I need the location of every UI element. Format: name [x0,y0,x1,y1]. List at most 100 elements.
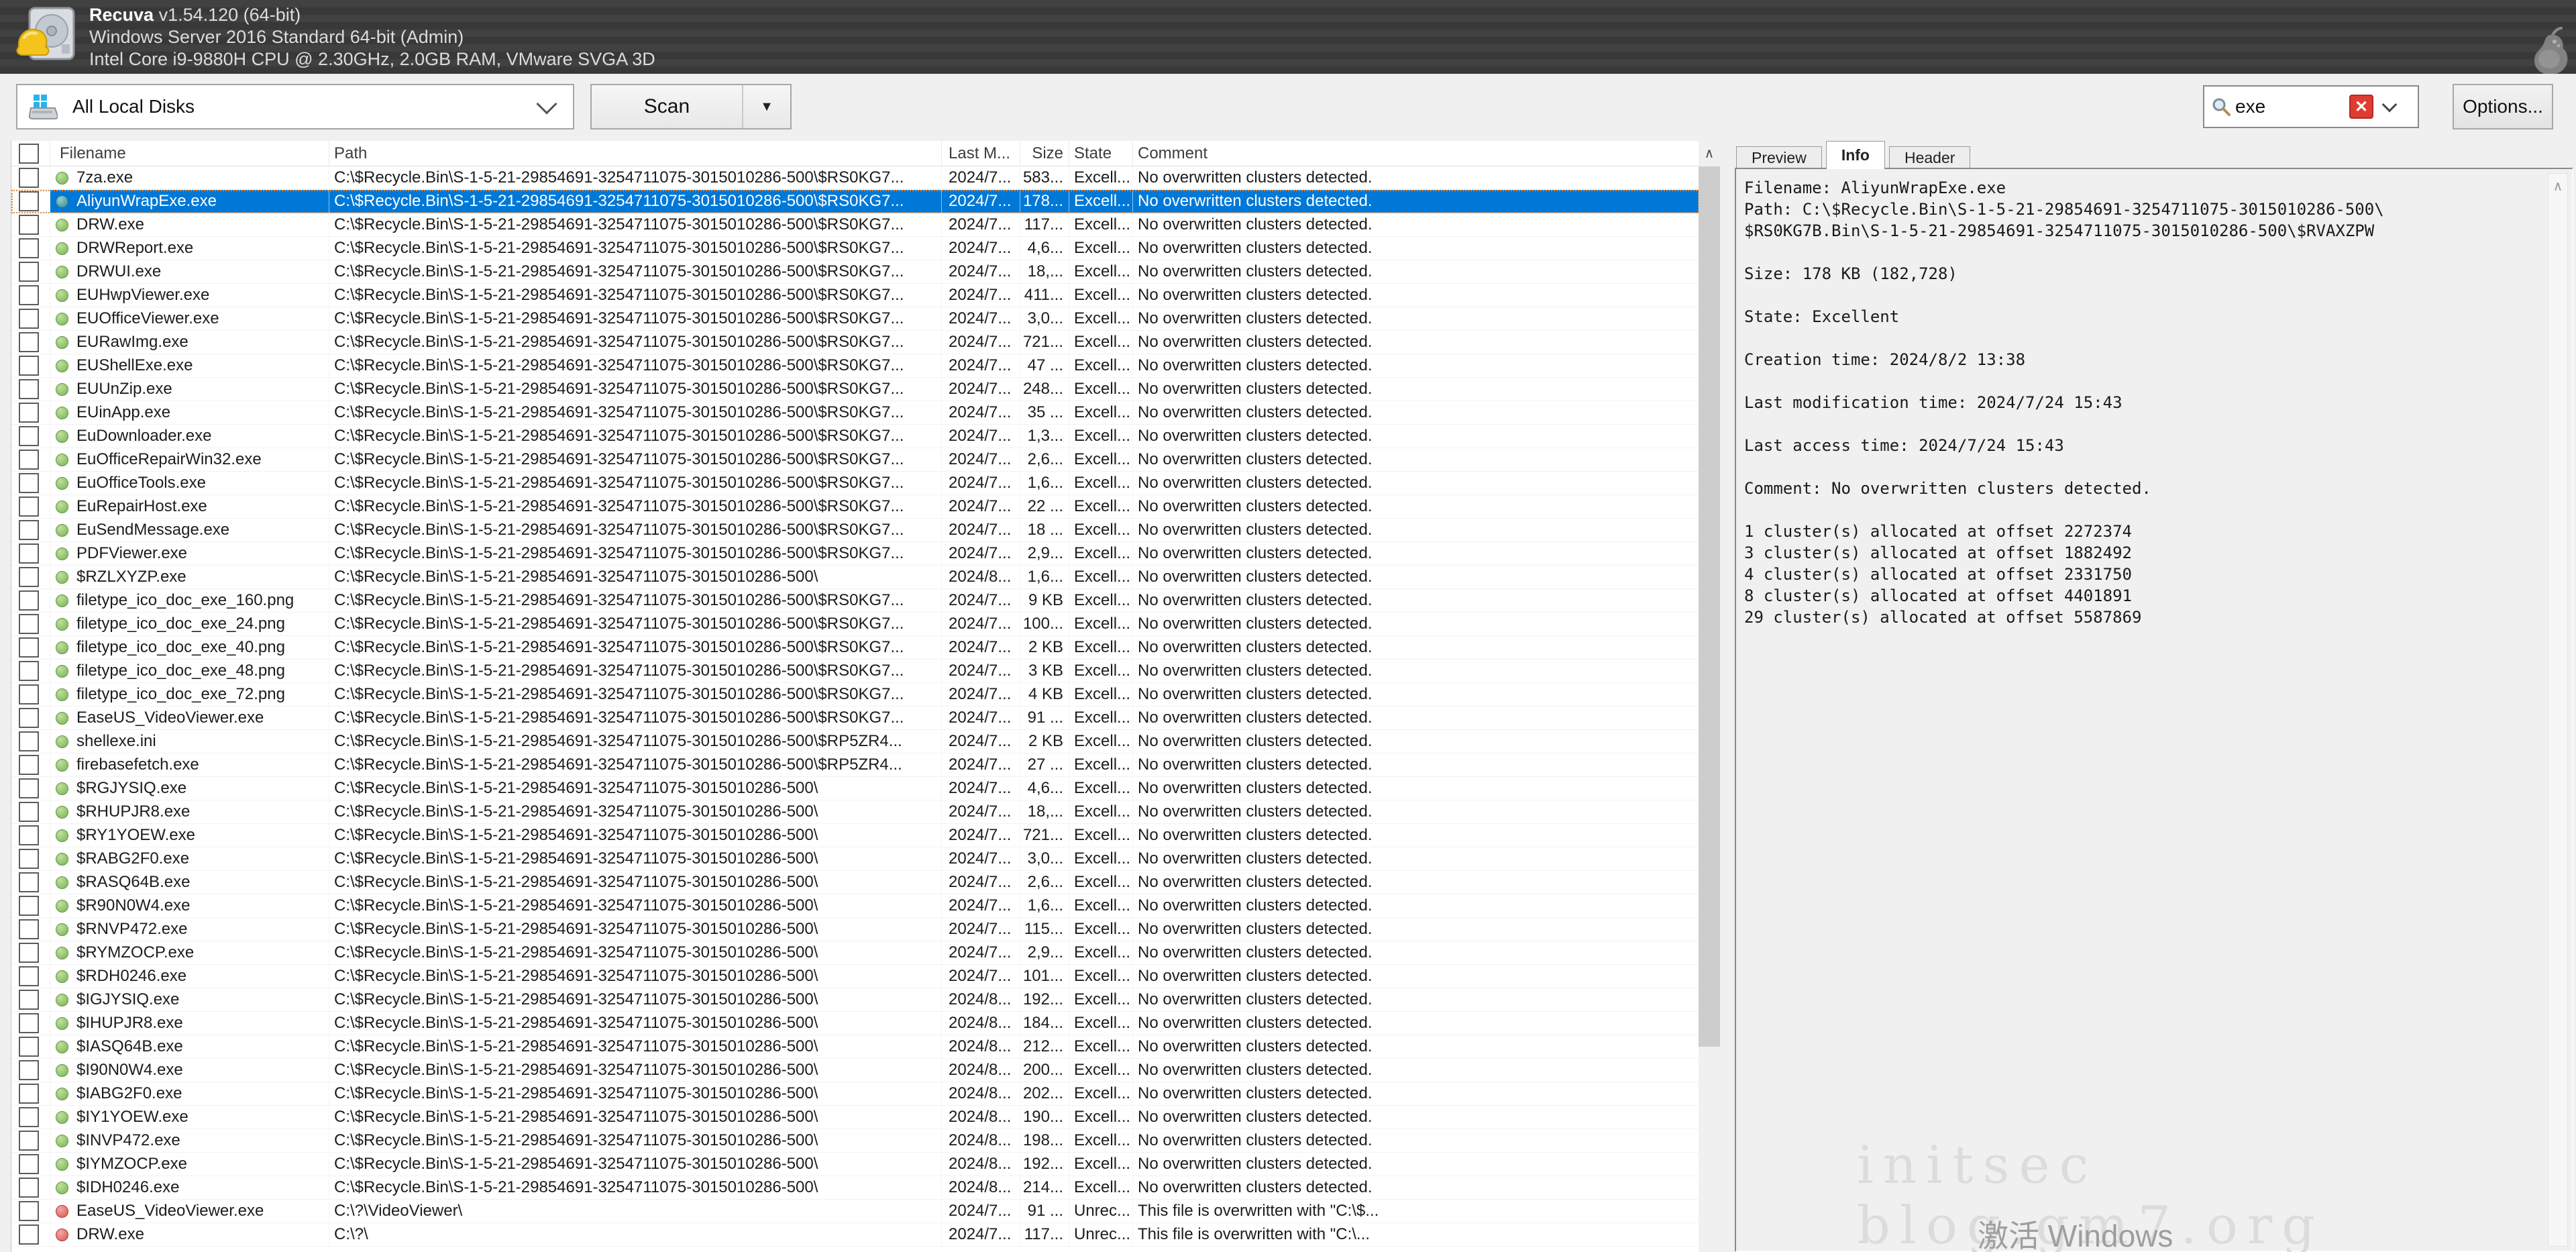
row-checkbox[interactable] [19,379,39,399]
table-row[interactable]: $IGJYSIQ.exe C:\$Recycle.Bin\S-1-5-21-29… [11,988,1699,1012]
scrollbar-thumb[interactable] [1699,166,1720,1047]
table-row[interactable]: EUOfficeViewer.exe C:\$Recycle.Bin\S-1-5… [11,307,1699,331]
search-input[interactable] [2235,96,2349,117]
table-row[interactable]: shellexe.ini C:\$Recycle.Bin\S-1-5-21-29… [11,730,1699,753]
column-header-modified[interactable]: Last M... [942,141,1020,166]
table-row[interactable]: $IABG2F0.exe C:\$Recycle.Bin\S-1-5-21-29… [11,1082,1699,1106]
row-checkbox[interactable] [19,684,39,705]
row-checkbox[interactable] [19,755,39,775]
row-checkbox[interactable] [19,1013,39,1033]
row-checkbox[interactable] [19,1107,39,1127]
row-checkbox[interactable] [19,1060,39,1080]
row-checkbox[interactable] [19,309,39,329]
scan-dropdown-arrow[interactable]: ▼ [742,85,790,128]
column-header-comment[interactable]: Comment [1133,141,1699,166]
row-checkbox[interactable] [19,590,39,611]
table-row[interactable]: EuSendMessage.exe C:\$Recycle.Bin\S-1-5-… [11,519,1699,542]
table-row[interactable]: $IDH0246.exe C:\$Recycle.Bin\S-1-5-21-29… [11,1176,1699,1200]
scan-button[interactable]: Scan [592,85,742,128]
row-checkbox[interactable] [19,191,39,211]
table-row[interactable]: DRWUI.exe C:\$Recycle.Bin\S-1-5-21-29854… [11,260,1699,284]
table-row[interactable]: EuRepairHost.exe C:\$Recycle.Bin\S-1-5-2… [11,495,1699,519]
table-row[interactable]: $RDH0246.exe C:\$Recycle.Bin\S-1-5-21-29… [11,965,1699,988]
table-row[interactable]: DRW.exe C:\?\ 2024/7... 117... Unrec... … [11,1223,1699,1247]
row-checkbox[interactable] [19,896,39,916]
table-row[interactable]: EaseUS_VideoViewer.exe C:\?\VideoViewer\… [11,1200,1699,1223]
tab-preview[interactable]: Preview [1736,146,1822,169]
scroll-up-icon[interactable]: ∧ [1699,141,1720,165]
row-checkbox[interactable] [19,473,39,493]
table-row[interactable]: filetype_ico_doc_exe_72.png C:\$Recycle.… [11,683,1699,707]
row-checkbox[interactable] [19,543,39,564]
row-checkbox[interactable] [19,238,39,258]
list-scrollbar[interactable]: ∧ [1699,141,1720,1252]
table-row[interactable]: DRW.exe C:\$Recycle.Bin\S-1-5-21-2985469… [11,213,1699,237]
table-row[interactable]: EuOfficeTools.exe C:\$Recycle.Bin\S-1-5-… [11,472,1699,495]
table-row[interactable]: firebasefetch.exe C:\$Recycle.Bin\S-1-5-… [11,753,1699,777]
table-row[interactable]: $RY1YOEW.exe C:\$Recycle.Bin\S-1-5-21-29… [11,824,1699,847]
table-row[interactable]: PDFViewer.exe C:\$Recycle.Bin\S-1-5-21-2… [11,542,1699,566]
table-row[interactable]: $INVP472.exe C:\$Recycle.Bin\S-1-5-21-29… [11,1129,1699,1153]
options-button[interactable]: Options... [2453,84,2553,129]
column-header-state[interactable]: State [1069,141,1133,166]
row-checkbox[interactable] [19,567,39,587]
table-row[interactable]: $IHUPJR8.exe C:\$Recycle.Bin\S-1-5-21-29… [11,1012,1699,1035]
row-checkbox[interactable] [19,262,39,282]
table-row[interactable]: filetype_ico_doc_exe_160.png C:\$Recycle… [11,589,1699,613]
table-row[interactable]: EuDownloader.exe C:\$Recycle.Bin\S-1-5-2… [11,425,1699,448]
row-checkbox[interactable] [19,614,39,634]
row-checkbox[interactable] [19,1178,39,1198]
info-scroll-up-icon[interactable]: ∧ [2548,174,2567,198]
table-row[interactable]: EUHwpViewer.exe C:\$Recycle.Bin\S-1-5-21… [11,284,1699,307]
row-checkbox[interactable] [19,332,39,352]
table-row[interactable]: $RGJYSIQ.exe C:\$Recycle.Bin\S-1-5-21-29… [11,777,1699,800]
table-row[interactable]: $RASQ64B.exe C:\$Recycle.Bin\S-1-5-21-29… [11,871,1699,894]
row-checkbox[interactable] [19,849,39,869]
row-checkbox[interactable] [19,1154,39,1174]
header-select-all[interactable] [11,141,50,166]
row-checkbox[interactable] [19,426,39,446]
table-row[interactable]: filetype_ico_doc_exe_40.png C:\$Recycle.… [11,636,1699,660]
row-checkbox[interactable] [19,1037,39,1057]
table-row[interactable]: $RZLXYZP.exe C:\$Recycle.Bin\S-1-5-21-29… [11,566,1699,589]
table-row[interactable]: $RNVP472.exe C:\$Recycle.Bin\S-1-5-21-29… [11,918,1699,941]
row-checkbox[interactable] [19,802,39,822]
row-checkbox[interactable] [19,450,39,470]
column-header-filename[interactable]: Filename [50,141,329,166]
row-checkbox[interactable] [19,637,39,658]
search-dropdown-icon[interactable] [2382,97,2398,113]
table-row[interactable]: $I90N0W4.exe C:\$Recycle.Bin\S-1-5-21-29… [11,1059,1699,1082]
column-header-path[interactable]: Path [329,141,942,166]
row-checkbox[interactable] [19,708,39,728]
row-checkbox[interactable] [19,661,39,681]
header-checkbox[interactable] [19,144,39,164]
row-checkbox[interactable] [19,919,39,939]
table-row[interactable]: $RHUPJR8.exe C:\$Recycle.Bin\S-1-5-21-29… [11,800,1699,824]
drive-selector[interactable]: All Local Disks [16,84,574,129]
table-row[interactable]: filetype_ico_doc_exe_24.png C:\$Recycle.… [11,613,1699,636]
row-checkbox[interactable] [19,1084,39,1104]
row-checkbox[interactable] [19,825,39,845]
table-row[interactable]: $R90N0W4.exe C:\$Recycle.Bin\S-1-5-21-29… [11,894,1699,918]
row-checkbox[interactable] [19,872,39,892]
tab-header[interactable]: Header [1889,146,1970,169]
row-checkbox[interactable] [19,990,39,1010]
tab-info[interactable]: Info [1826,141,1885,169]
row-checkbox[interactable] [19,943,39,963]
table-row[interactable]: EUinApp.exe C:\$Recycle.Bin\S-1-5-21-298… [11,401,1699,425]
row-checkbox[interactable] [19,1131,39,1151]
row-checkbox[interactable] [19,966,39,986]
row-checkbox[interactable] [19,731,39,751]
table-row[interactable]: EUShellExe.exe C:\$Recycle.Bin\S-1-5-21-… [11,354,1699,378]
row-checkbox[interactable] [19,520,39,540]
table-row[interactable]: AliyunWrapExe.exe C:\$Recycle.Bin\S-1-5-… [11,190,1699,213]
table-row[interactable]: $RYMZOCP.exe C:\$Recycle.Bin\S-1-5-21-29… [11,941,1699,965]
table-row[interactable]: EuOfficeRepairWin32.exe C:\$Recycle.Bin\… [11,448,1699,472]
info-scrollbar[interactable]: ∧ [2548,173,2568,1247]
table-row[interactable]: $RABG2F0.exe C:\$Recycle.Bin\S-1-5-21-29… [11,847,1699,871]
column-header-size[interactable]: Size [1020,141,1069,166]
clear-search-icon[interactable]: ✕ [2349,95,2373,119]
row-checkbox[interactable] [19,285,39,305]
table-row[interactable]: filetype_ico_doc_exe_48.png C:\$Recycle.… [11,660,1699,683]
row-checkbox[interactable] [19,215,39,235]
